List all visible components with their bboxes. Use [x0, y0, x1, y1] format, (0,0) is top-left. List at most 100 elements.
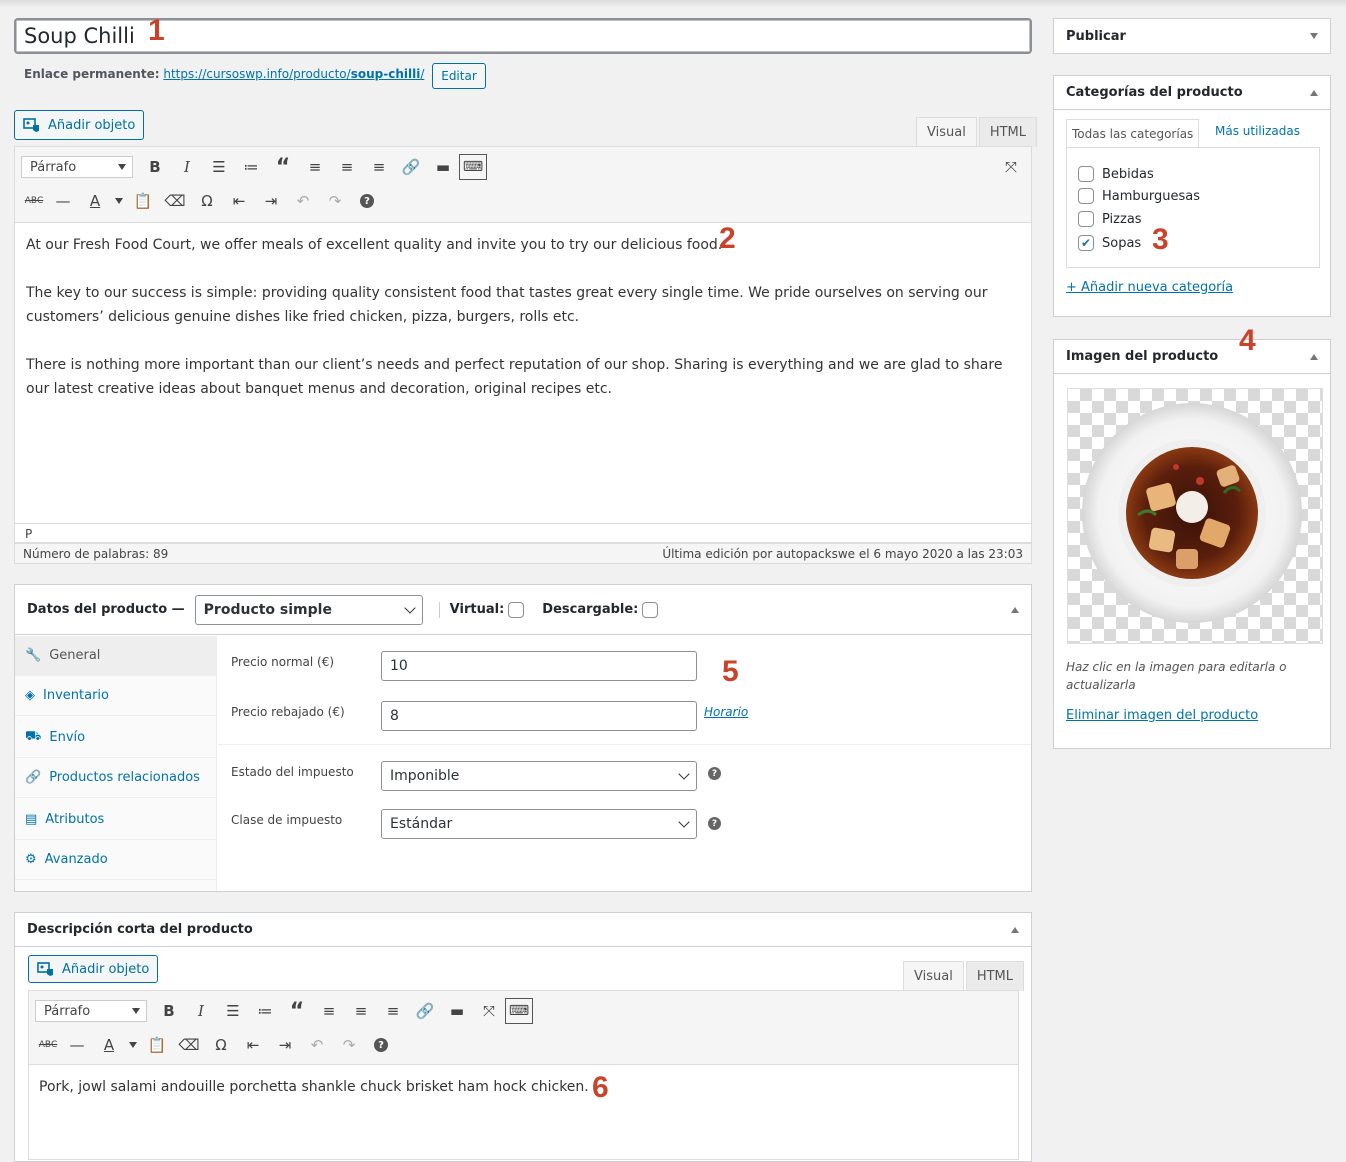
category-checkbox[interactable] — [1078, 166, 1094, 182]
add-category-link[interactable]: + Añadir nueva categoría — [1066, 280, 1233, 295]
help-icon[interactable]: ? — [365, 1031, 397, 1059]
indent-icon[interactable]: ⇥ — [255, 187, 287, 215]
tab-general[interactable]: 🔧 General — [15, 636, 217, 676]
tab-linked-products[interactable]: 🔗 Productos relacionados — [15, 758, 217, 798]
align-left-icon[interactable]: ≡ — [313, 997, 345, 1025]
category-checkbox-checked[interactable]: ✔ — [1078, 235, 1094, 251]
editor-content[interactable]: At our Fresh Food Court, we offer meals … — [26, 233, 1016, 425]
tab-most-used[interactable]: Más utilizadas — [1215, 124, 1300, 138]
align-left-icon[interactable]: ≡ — [299, 153, 331, 181]
sale-price-input[interactable]: 8 — [381, 701, 697, 731]
collapse-icon[interactable] — [1011, 606, 1019, 613]
tab-visual[interactable]: Visual — [903, 961, 964, 991]
special-character-icon[interactable]: Ω — [205, 1031, 237, 1059]
category-item[interactable]: ✔ Sopas — [1078, 235, 1141, 251]
italic-icon[interactable]: I — [185, 997, 217, 1025]
product-image[interactable] — [1067, 388, 1323, 644]
align-right-icon[interactable]: ≡ — [363, 153, 395, 181]
blockquote-icon[interactable]: “ — [281, 997, 313, 1025]
redo-icon[interactable]: ↷ — [319, 187, 351, 215]
edit-permalink-button[interactable]: Editar — [432, 63, 486, 89]
format-select[interactable]: Párrafo — [35, 1000, 147, 1022]
link-icon[interactable]: 🔗 — [409, 997, 441, 1025]
numbered-list-icon[interactable]: ≔ — [249, 997, 281, 1025]
help-icon[interactable]: ? — [351, 187, 383, 215]
virtual-checkbox[interactable] — [508, 601, 525, 618]
downloadable-checkbox[interactable] — [642, 601, 659, 618]
short-editor-content[interactable]: Pork, jowl salami andouille porchetta sh… — [39, 1075, 999, 1099]
undo-icon[interactable]: ↶ — [301, 1031, 333, 1059]
outdent-icon[interactable]: ⇤ — [237, 1031, 269, 1059]
fullscreen-icon[interactable]: ⤧ — [473, 997, 505, 1025]
category-checkbox[interactable] — [1078, 188, 1094, 204]
tab-attributes[interactable]: ▤ Atributos — [15, 800, 217, 840]
special-character-icon[interactable]: Ω — [191, 187, 223, 215]
align-center-icon[interactable]: ≡ — [345, 997, 377, 1025]
link-icon[interactable]: 🔗 — [395, 153, 427, 181]
tab-all-categories[interactable]: Todas las categorías — [1066, 119, 1200, 147]
tax-class-help-icon[interactable]: ? — [708, 817, 721, 830]
numbered-list-icon[interactable]: ≔ — [235, 153, 267, 181]
text-color-icon[interactable]: A — [93, 1031, 125, 1059]
paste-text-icon[interactable]: 📋 — [141, 1031, 173, 1059]
tab-html[interactable]: HTML — [965, 961, 1024, 991]
short-add-media-button[interactable]: Añadir objeto — [28, 955, 159, 983]
main-editor: Párrafo B I ☰ ≔ “ ≡ ≡ ≡ 🔗 ▬ ⌨ ⤧ ABC — A … — [14, 146, 1032, 543]
toolbar-toggle-icon[interactable]: ⌨ — [505, 998, 533, 1024]
clear-formatting-icon[interactable]: ⌫ — [173, 1031, 205, 1059]
redo-icon[interactable]: ↷ — [333, 1031, 365, 1059]
bold-icon[interactable]: B — [153, 997, 185, 1025]
text-color-dropdown-icon[interactable] — [111, 187, 127, 215]
indent-icon[interactable]: ⇥ — [269, 1031, 301, 1059]
horizontal-line-icon[interactable]: — — [61, 1031, 93, 1059]
align-right-icon[interactable]: ≡ — [377, 997, 409, 1025]
read-more-icon[interactable]: ▬ — [441, 997, 473, 1025]
text-color-icon[interactable]: A — [79, 187, 111, 215]
permalink-link[interactable]: https://cursoswp.info/producto/soup-chil… — [163, 67, 424, 81]
tax-status-help-icon[interactable]: ? — [708, 767, 721, 780]
tab-visual[interactable]: Visual — [916, 117, 977, 147]
strikethrough-icon[interactable]: ABC — [35, 1031, 61, 1059]
tax-status-select[interactable]: Imponible — [381, 761, 697, 791]
horizontal-line-icon[interactable]: — — [47, 187, 79, 215]
bullet-list-icon[interactable]: ☰ — [217, 997, 249, 1025]
remove-image-link[interactable]: Eliminar imagen del producto — [1066, 708, 1258, 723]
bullet-list-icon[interactable]: ☰ — [203, 153, 235, 181]
add-media-button[interactable]: Añadir objeto — [14, 110, 145, 140]
clear-formatting-icon[interactable]: ⌫ — [159, 187, 191, 215]
publish-header[interactable]: Publicar — [1054, 19, 1330, 53]
product-type-select[interactable]: Producto simple — [194, 594, 423, 625]
tab-html[interactable]: HTML — [978, 117, 1037, 147]
text-color-dropdown-icon[interactable] — [125, 1031, 141, 1059]
bold-icon[interactable]: B — [139, 153, 171, 181]
tax-class-select[interactable]: Estándar — [381, 809, 697, 839]
expand-icon[interactable] — [1310, 33, 1318, 39]
collapse-icon[interactable] — [1011, 926, 1019, 933]
fullscreen-icon[interactable]: ⤧ — [995, 153, 1027, 181]
category-item[interactable]: Bebidas — [1078, 166, 1154, 182]
collapse-icon[interactable] — [1310, 353, 1318, 360]
tab-advanced[interactable]: ⚙ Avanzado — [15, 840, 217, 880]
toolbar-toggle-icon[interactable]: ⌨ — [459, 154, 487, 180]
tab-shipping[interactable]: ⛟ Envío — [15, 718, 217, 758]
product-image-title: Imagen del producto — [1066, 349, 1219, 364]
short-description-editor: Párrafo B I ☰ ≔ “ ≡ ≡ ≡ 🔗 ▬ ⤧ ⌨ ABC — A … — [28, 990, 1019, 1160]
collapse-icon[interactable] — [1310, 89, 1318, 96]
italic-icon[interactable]: I — [171, 153, 203, 181]
undo-icon[interactable]: ↶ — [287, 187, 319, 215]
paste-text-icon[interactable]: 📋 — [127, 187, 159, 215]
short-editor-toolbar: Párrafo B I ☰ ≔ “ ≡ ≡ ≡ 🔗 ▬ ⤧ ⌨ ABC — A … — [29, 991, 1018, 1065]
align-center-icon[interactable]: ≡ — [331, 153, 363, 181]
read-more-icon[interactable]: ▬ — [427, 153, 459, 181]
category-item[interactable]: Hamburguesas — [1078, 188, 1200, 204]
regular-price-input[interactable]: 10 — [381, 651, 697, 681]
format-select[interactable]: Párrafo — [21, 156, 133, 178]
tab-inventory[interactable]: ◈ Inventario — [15, 676, 217, 716]
outdent-icon[interactable]: ⇤ — [223, 187, 255, 215]
category-item[interactable]: Pizzas — [1078, 211, 1142, 227]
category-checkbox[interactable] — [1078, 211, 1094, 227]
product-title-input[interactable]: Soup Chilli — [14, 18, 1032, 54]
blockquote-icon[interactable]: “ — [267, 153, 299, 181]
strikethrough-icon[interactable]: ABC — [21, 187, 47, 215]
schedule-link[interactable]: Horario — [704, 705, 748, 719]
